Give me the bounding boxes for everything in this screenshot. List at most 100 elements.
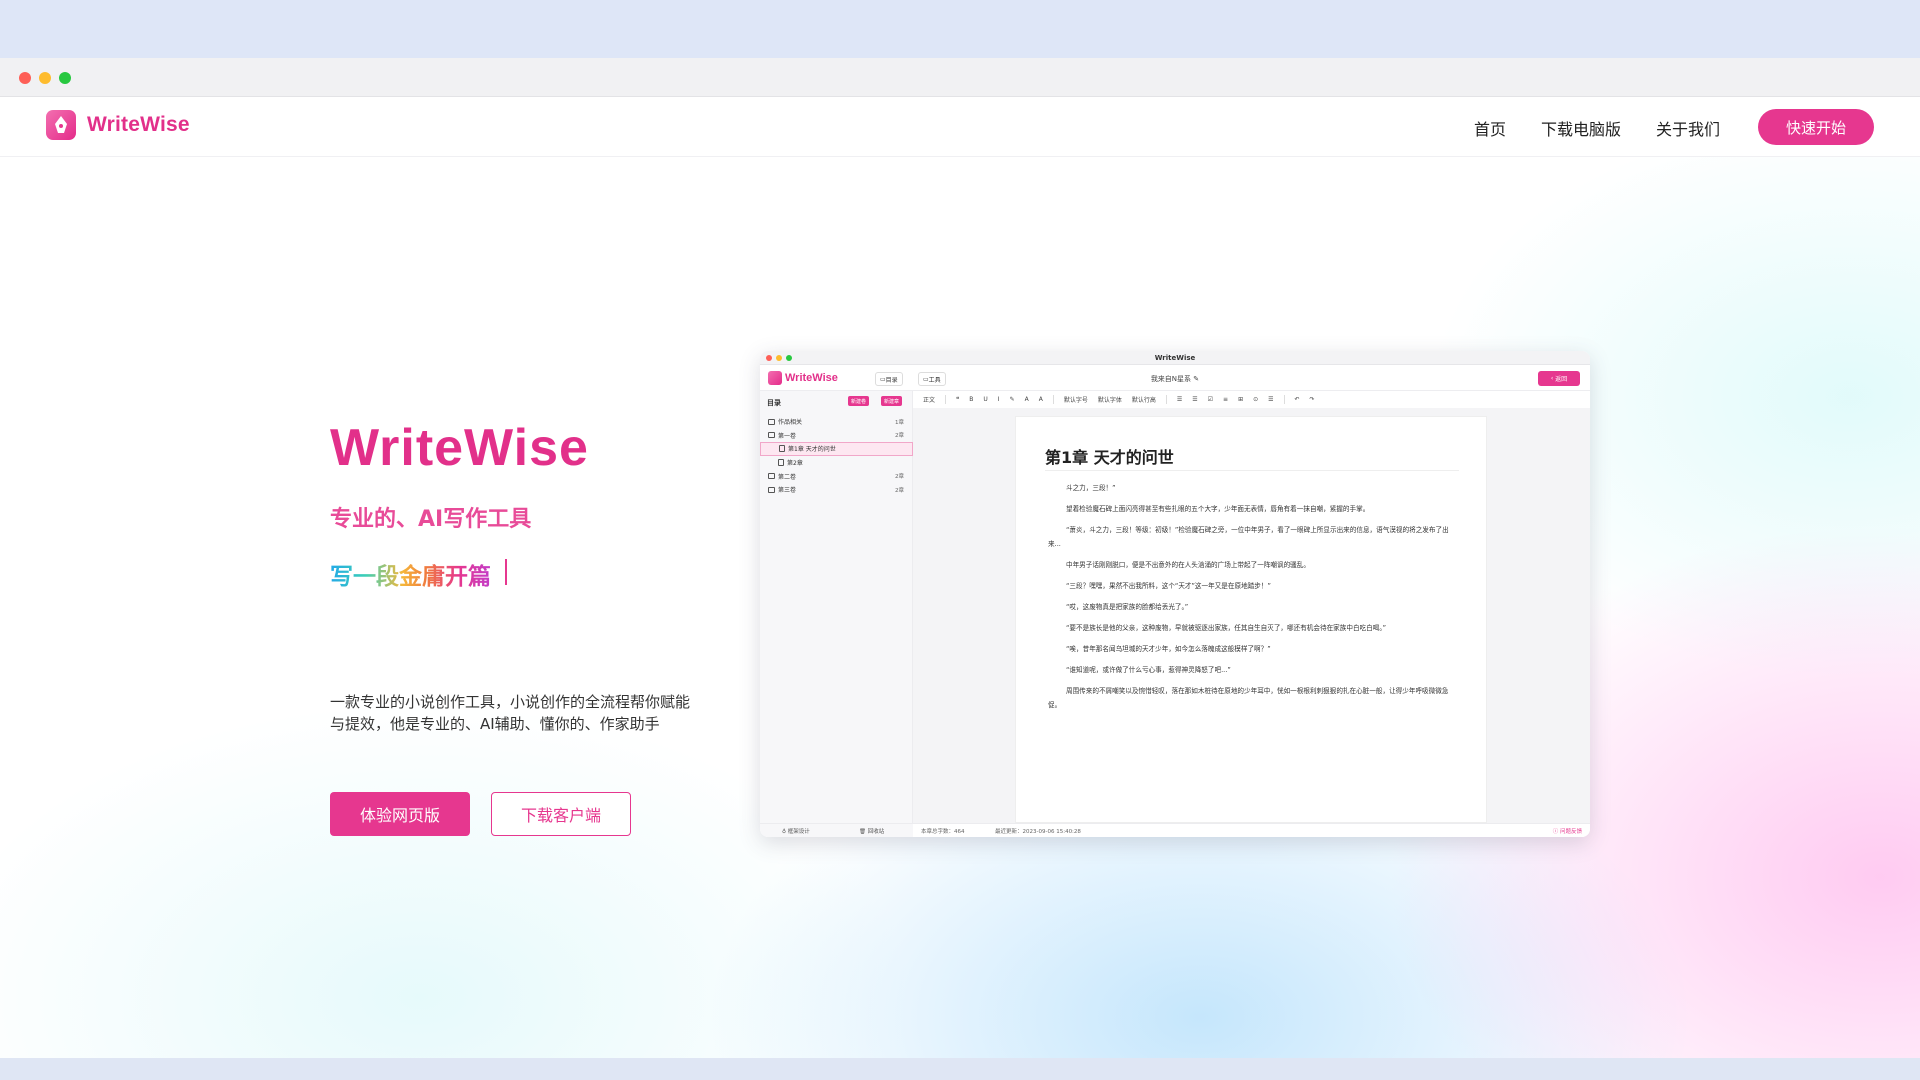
chapter-count: 1章 [895,419,904,426]
folder-icon [768,432,775,439]
app-back-label: 返回 [1555,376,1568,383]
feedback-label: 问题反馈 [1559,829,1582,835]
last-update: 最近更新：2023-09-06 15:40:28 [995,829,1081,835]
folder-icon [768,486,775,493]
chapter-count: 2章 [895,433,904,440]
top-navbar: WriteWise 首页 下载电脑版 关于我们 快速开始 [0,97,1920,157]
feedback-link: ⓘ 问题反馈 [1552,829,1582,835]
chapter-tree-label: 第1章 天才的问世 [788,446,836,454]
chapter-paragraph: 中年男子话刚刚脱口，便是不出意外的在人头汹涌的广场上带起了一阵嘲讽的骚乱。 [1066,560,1310,569]
nav-link-home[interactable]: 首页 [1474,116,1506,140]
recycle-bin-label: 回收站 [867,829,885,835]
app-doc-title: 我来自N星系 ✎ [760,374,1590,384]
chapter-title: 第1章 天才的问世 [1045,448,1174,467]
nav-link-about[interactable]: 关于我们 [1656,116,1720,140]
landing-page: WriteWise 首页 下载电脑版 关于我们 快速开始 WriteWise 专… [0,97,1920,1058]
toolbar-item: ☑ [1207,396,1214,403]
app-sidebar: 目录 新建卷 新建章 作品相关 1章 第一卷 2章 第1章 天才的问世 第2章 第二卷 2章第… [760,391,913,823]
toolbar-item: ❝ [956,396,960,403]
chapter-tree-label: 第三卷 [778,487,797,495]
chapter-tree-item: 第三卷 2章 [760,483,913,497]
toolbar-item: 默认字体 [1097,397,1122,404]
brand-logo[interactable]: WriteWise [46,110,190,140]
app-preview-screenshot: WriteWise WriteWise ▭ 目录 ▭ 工具 我来自N星系 ✎ ‹… [760,351,1590,837]
toolbar-item: I [997,396,1000,403]
editor-status-bar: 本章总字数：464 最近更新：2023-09-06 15:40:28 ⓘ 问题反… [913,823,1590,837]
chapter-tree-label: 第一卷 [778,432,797,440]
editor-area: 第1章 天才的问世 斗之力，三段！” 望着检验魔石碑上面闪亮得甚至有些扎眼的五个大… [913,408,1590,823]
close-window-icon[interactable] [19,72,31,84]
brand-name: WriteWise [87,113,190,136]
chapter-paragraph: “萧炎，斗之力，三段！等级：初级！”检验魔石碑之旁，一位中年男子，看了一眼碑上所… [1048,526,1449,548]
chapter-paragraph: “谁知道呢，或许做了什么亏心事，惹得神灵降怒了吧...” [1066,666,1231,675]
toolbar-item: U [983,396,988,403]
sidebar-heading: 目录 [767,399,781,407]
chapter-tree-item: 第1章 天才的问世 [760,442,913,456]
editor-toolbar: 正文 ❝ B U I ✎ A A 默认字号 默认字体 默认行高 ☰ ☰ ☑ ≡ ⊞ ⊙ ☰ ↶ ↷ [913,391,1590,408]
toolbar-item: 正文 [923,397,936,404]
minimize-window-icon[interactable] [39,72,51,84]
chapter-paragraph: “哎，这废物真是把家族的脸都给丢光了。” [1066,602,1189,611]
chapter-tree-label: 第2章 [787,460,803,468]
window-titlebar [0,58,1920,97]
nav-links: 首页 下载电脑版 关于我们 [1474,116,1755,140]
chapter-tree-item: 第2章 [760,456,913,470]
hero-title: WriteWise [330,419,589,477]
new-chapter-button: 新建章 [881,396,903,406]
chapter-paragraph: 望着检验魔石碑上面闪亮得甚至有些扎眼的五个大字，少年面无表情，唇角有着一抹自嘲，… [1066,505,1370,514]
toolbar-item: B [969,396,974,403]
toolbar-item: ☰ [1176,396,1183,403]
chapter-paragraph: “唉，昔年那名闻乌坦城的天才少年，如今怎么落魄成这般模样了啊？” [1066,645,1271,654]
app-preview-titlebar: WriteWise [760,351,1590,365]
chapter-count: 2章 [895,487,904,494]
browser-window: WriteWise 首页 下载电脑版 关于我们 快速开始 WriteWise 专… [0,58,1920,1058]
app-window-title: WriteWise [1154,354,1196,362]
chapter-tree-item: 作品相关 1章 [760,415,913,429]
hero-subtitle: 专业的、AI写作工具 [330,507,532,532]
chapter-paragraph: “三段？嘿嘿，果然不出我所料，这个“天才”这一年又是在原地踏步！” [1066,581,1271,590]
editor-paper: 第1章 天才的问世 斗之力，三段！” 望着检验魔石碑上面闪亮得甚至有些扎眼的五个大… [1015,416,1487,823]
toolbar-item: A [1024,396,1029,403]
pen-nib-logo-icon [46,110,76,140]
new-volume-button: 新建卷 [848,396,870,406]
typing-caret [505,559,507,585]
download-client-button[interactable]: 下载客户端 [491,792,631,836]
toolbar-separator [945,395,947,404]
try-web-button[interactable]: 体验网页版 [330,792,470,836]
toolbar-item: ✎ [1009,396,1015,403]
quick-start-button[interactable]: 快速开始 [1758,109,1874,145]
nav-link-download-desktop[interactable]: 下载电脑版 [1541,116,1621,140]
hero-description: 一款专业的小说创作工具，小说创作的全流程帮你赋能与提效，他是专业的、AI辅助、懂… [330,693,691,733]
chapter-paragraph: 斗之力，三段！” [1066,484,1116,492]
toolbar-item: ≡ [1223,396,1229,403]
app-back-button: ‹ 返回 [1538,371,1580,386]
toolbar-item: 默认字号 [1063,397,1088,404]
toolbar-separator [1283,395,1285,404]
toolbar-item: 默认行高 [1131,397,1156,404]
toolbar-item: ⊞ [1238,396,1244,403]
chapter-paragraph: 周围传来的不屑嘲笑以及惋惜轻叹，落在那如木桩待在原地的少年耳中，恍如一根根利刺狠… [1048,687,1449,709]
maximize-window-icon[interactable] [59,72,71,84]
folder-icon [768,418,775,425]
chapter-tree-label: 第二卷 [778,473,797,481]
toolbar-separator [1165,395,1167,404]
toolbar-item: ☰ [1268,396,1274,403]
toolbar-separator [1052,395,1054,404]
chapter-count: 2章 [895,474,904,481]
chapter-body: 斗之力，三段！” 望着检验魔石碑上面闪亮得甚至有些扎眼的五个大字，少年面无表情，唇… [1048,482,1458,720]
file-icon [778,459,784,467]
app-doc-title-text: 我来自N星系 [1150,375,1192,383]
framework-design-link: ♁ 框架设计 [782,829,810,835]
folder-icon [768,473,775,480]
word-count: 本章总字数：464 [921,829,965,835]
chapter-paragraph: “要不是族长是他的父亲，这种废物，早就被驱逐出家族，任其自生自灭了，哪还有机会待… [1066,624,1387,633]
sidebar-footer: ♁ 框架设计 🗑 回收站 [760,823,913,837]
recycle-bin-link: 🗑 回收站 [859,829,885,835]
chapter-tree-label: 作品相关 [778,419,803,427]
bottom-strip [0,1058,1920,1080]
toolbar-item: ↶ [1294,396,1300,403]
chapter-tree-item: 第二卷 2章 [760,469,913,483]
chapter-tree-item: 第一卷 2章 [760,429,913,443]
toolbar-item: ↷ [1309,396,1315,403]
edit-icon: ✎ [1193,375,1200,383]
